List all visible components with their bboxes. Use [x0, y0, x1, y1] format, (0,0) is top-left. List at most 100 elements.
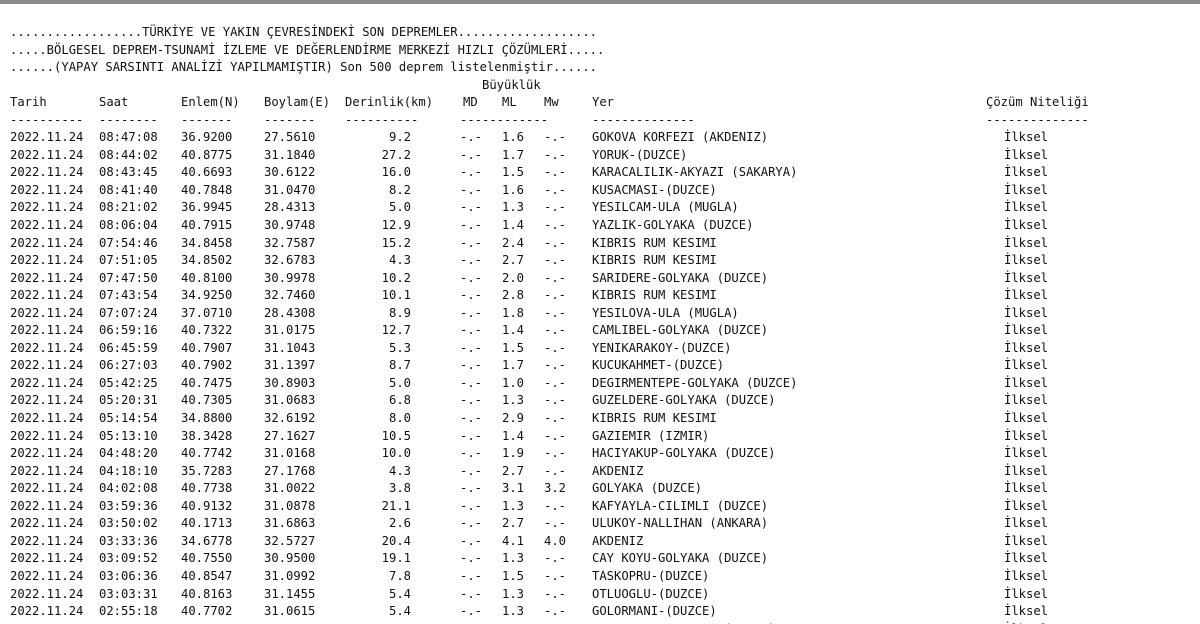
- cell-time: 06:27:03: [99, 358, 158, 373]
- cell-md: -.-: [460, 533, 483, 548]
- cell-lat: 40.8163: [181, 586, 233, 601]
- cell-ml: 2.7: [502, 463, 525, 478]
- cell-lat: 40.7742: [181, 446, 233, 461]
- cell-ml: 1.5: [502, 568, 525, 583]
- cell-md: -.-: [460, 147, 483, 162]
- cell-location: KIBRIS RUM KESIMI: [592, 288, 717, 303]
- cell-time: 08:41:40: [99, 182, 158, 197]
- cell-lat: 40.7550: [181, 551, 233, 566]
- cell-lat: 40.7873: [181, 621, 232, 624]
- cell-solution: İlksel: [1004, 533, 1049, 548]
- cell-date: 2022.11.24: [10, 604, 84, 619]
- cell-depth: 19.1: [381, 551, 411, 566]
- col-mw-header: Mw: [544, 95, 559, 110]
- cell-time: 03:06:36: [99, 568, 158, 583]
- cell-date: 2022.11.24: [10, 270, 84, 285]
- cell-mw: -.-: [544, 200, 567, 215]
- cell-md: -.-: [460, 568, 483, 583]
- table-row: 2022.11.24 03:03:31 40.8163 31.1455 5.4 -.- 1.…: [10, 586, 1195, 604]
- cell-lon: 31.0615: [264, 604, 316, 619]
- col-solution-header: Çözüm Niteliği: [986, 95, 1089, 110]
- cell-md: -.-: [460, 130, 483, 145]
- cell-mw: -.-: [544, 586, 567, 601]
- cell-date: 2022.11.24: [10, 130, 84, 145]
- cell-ml: 1.6: [502, 182, 525, 197]
- cell-lat: 40.7322: [181, 323, 233, 338]
- cell-md: -.-: [460, 270, 483, 285]
- cell-time: 04:18:10: [99, 463, 158, 478]
- cell-location: AKDENIZ: [592, 533, 644, 548]
- cell-date: 2022.11.24: [10, 165, 84, 180]
- cell-date: 2022.11.24: [10, 182, 84, 197]
- column-header-row: Tarih Saat Enlem(N) Boylam(E) Derinlik(k…: [10, 94, 1195, 112]
- cell-md: -.-: [460, 516, 483, 531]
- cell-lon: 31.0168: [264, 446, 316, 461]
- cell-time: 03:59:36: [99, 498, 158, 513]
- table-row: 2022.11.24 07:47:50 40.8100 30.9978 10.2 -.- 2…: [10, 270, 1195, 288]
- cell-mw: -.-: [544, 551, 567, 566]
- cell-depth: 4.3: [388, 253, 411, 268]
- cell-lon: 31.1840: [264, 147, 316, 162]
- cell-date: 2022.11.24: [10, 305, 84, 320]
- cell-md: -.-: [460, 323, 483, 338]
- cell-depth: 10.2: [381, 270, 411, 285]
- cell-lon: 27.5610: [264, 130, 316, 145]
- table-row: 2022.11.24 06:45:59 40.7907 31.1043 5.3 -.- 1.…: [10, 340, 1195, 358]
- cell-depth: 8.0: [388, 411, 411, 426]
- cell-solution: İlksel: [1004, 586, 1049, 601]
- cell-lat: 35.7283: [181, 463, 233, 478]
- cell-mw: -.-: [544, 411, 567, 426]
- cell-date: 2022.11.24: [10, 411, 84, 426]
- cell-time: 08:44:02: [99, 147, 158, 162]
- cell-lon: 30.9748: [264, 218, 316, 233]
- cell-time: 07:43:54: [99, 288, 158, 303]
- cell-depth: 5.4: [388, 604, 411, 619]
- cell-depth: 10.7: [345, 621, 411, 624]
- underline-lon: -------: [264, 112, 316, 127]
- cell-date: 2022.11.24: [10, 498, 84, 513]
- cell-lon: 31.0175: [264, 323, 316, 338]
- cell-lat: 40.7915: [181, 218, 233, 233]
- cell-md: -.-: [460, 463, 483, 478]
- cell-lat: 40.1713: [181, 516, 233, 531]
- cell-location: GAZIEMIR (IZMIR): [592, 428, 710, 443]
- cell-mw: -.-: [544, 340, 567, 355]
- cell-location: KIBRIS RUM KESIMI: [592, 411, 717, 426]
- cell-lat: 34.8458: [181, 235, 233, 250]
- cell-md: -.-: [460, 165, 483, 180]
- cell-ml: 1.3: [502, 604, 525, 619]
- cell-time: 06:45:59: [99, 340, 158, 355]
- cell-lon: 31.1043: [264, 340, 316, 355]
- cell-ml: 2.9: [502, 411, 525, 426]
- cell-ml: 1.3: [502, 498, 525, 513]
- cell-depth: 27.2: [381, 147, 411, 162]
- cell-lat: 40.7848: [181, 182, 233, 197]
- cell-depth: 8.7: [388, 358, 411, 373]
- cell-location: SARIDERE-GOLYAKA (DUZCE): [592, 270, 769, 285]
- cell-solution: İlksel: [1004, 498, 1049, 513]
- cell-solution: İlksel: [1004, 130, 1049, 145]
- table-row: 2022.11.24 07:51:05 34.8502 32.6783 4.3 -.- 2.…: [10, 252, 1195, 270]
- cell-mw: -.-: [544, 147, 567, 162]
- cell-time: 08:21:02: [99, 200, 158, 215]
- cell-depth: 21.1: [381, 498, 411, 513]
- cell-lon: 31.0992: [264, 568, 316, 583]
- cell-depth: 10.5: [381, 428, 411, 443]
- cell-lon: 30.6122: [264, 165, 316, 180]
- cell-mw: -.-: [544, 130, 567, 145]
- cell-depth: 7.8: [388, 568, 411, 583]
- cell-md: -.-: [460, 253, 483, 268]
- cell-mw: -.-: [544, 270, 567, 285]
- cell-depth: 10.1: [381, 288, 411, 303]
- cell-mw: -.-: [544, 323, 567, 338]
- col-ml-header: ML: [502, 95, 517, 110]
- cell-ml: 1.5: [502, 165, 525, 180]
- cell-ml: 1.3: [502, 551, 525, 566]
- cell-lat: 40.8100: [181, 270, 233, 285]
- cell-solution: İlksel: [1004, 393, 1049, 408]
- cell-md: -.-: [460, 498, 483, 513]
- cell-solution: İlksel: [1004, 604, 1049, 619]
- cell-date: 2022.11.24: [10, 516, 84, 531]
- cell-date: 2022.11.24: [10, 533, 84, 548]
- cell-ml: 1.3: [502, 393, 525, 408]
